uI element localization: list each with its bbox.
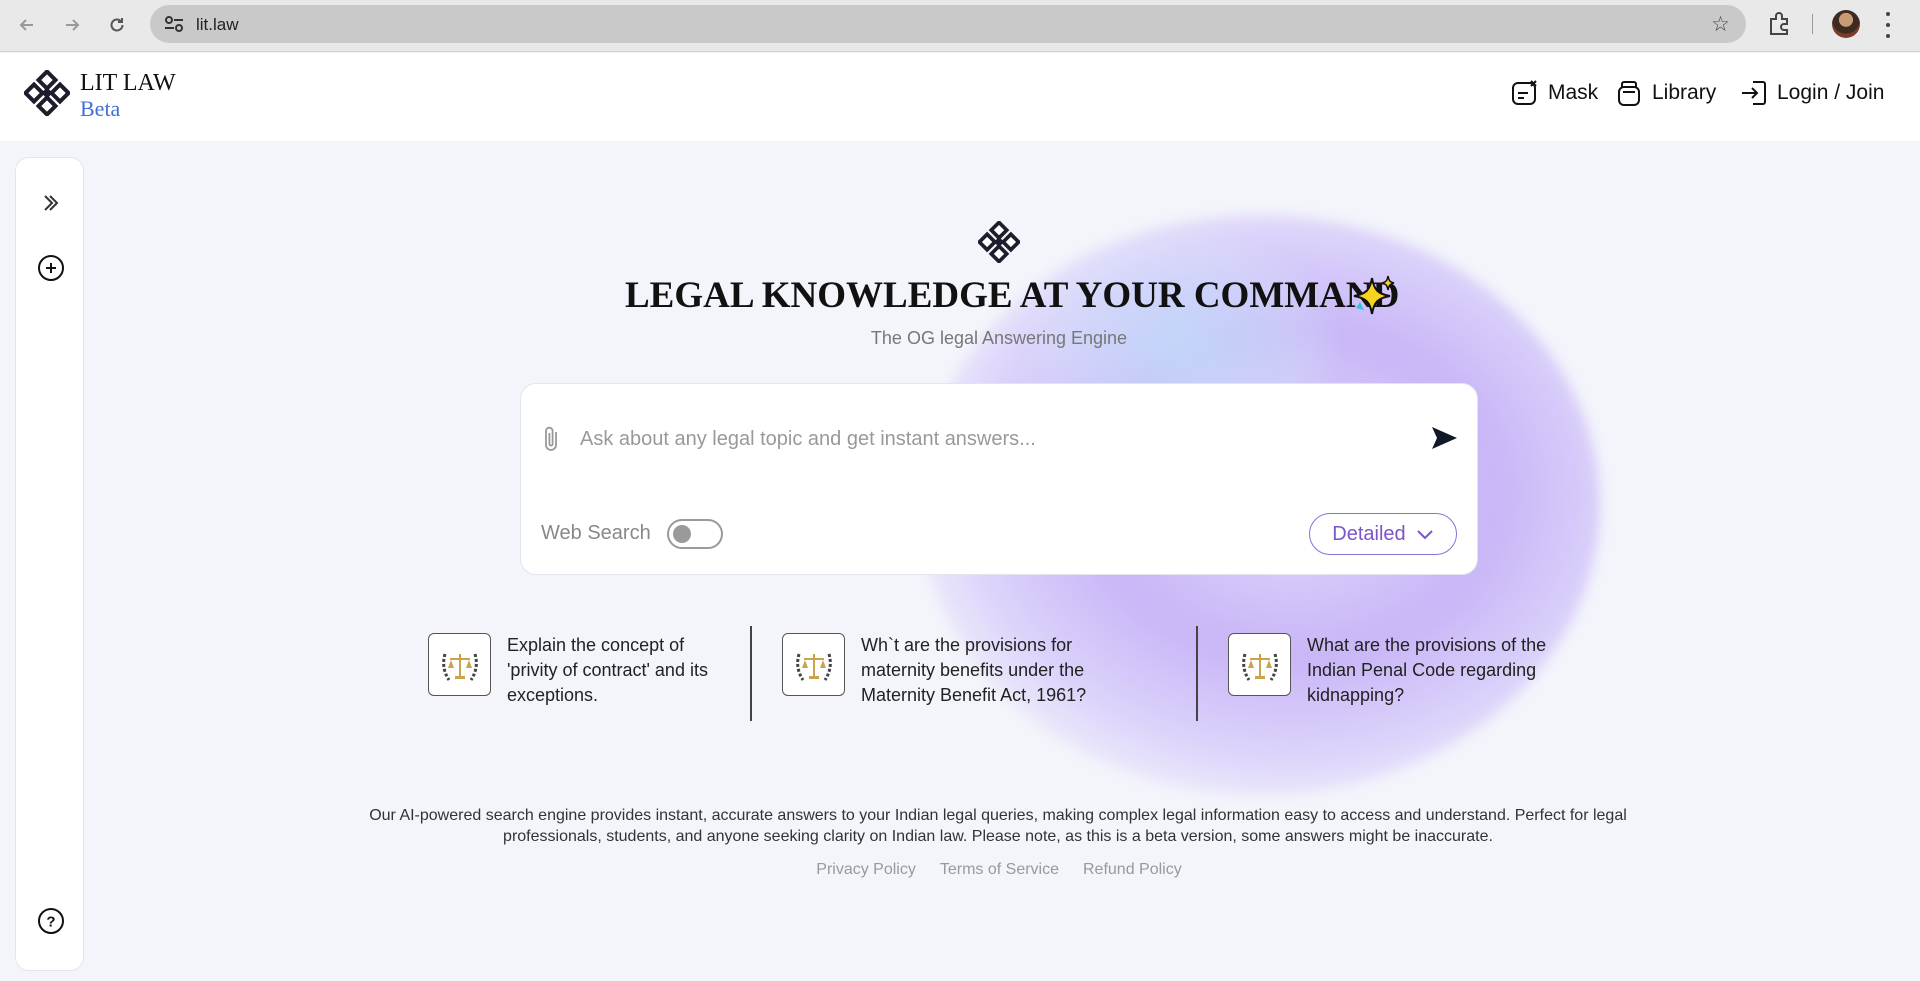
library-label: Library bbox=[1652, 81, 1717, 104]
login-label: Login / Join bbox=[1777, 81, 1885, 104]
browser-toolbar: lit.law ☆ bbox=[0, 0, 1920, 52]
disclaimer-text: Our AI-powered search engine provides in… bbox=[369, 807, 1627, 845]
lit-law-logo[interactable] bbox=[24, 70, 70, 116]
footer-links: Privacy Policy Terms of Service Refund P… bbox=[0, 861, 1920, 879]
login-join-button[interactable]: Login / Join bbox=[1739, 78, 1884, 108]
suggestion-divider bbox=[1196, 626, 1198, 721]
send-icon[interactable] bbox=[1429, 423, 1459, 453]
scales-of-justice-icon bbox=[428, 633, 491, 696]
profile-avatar[interactable] bbox=[1832, 10, 1860, 38]
suggestion-text: Explain the concept of 'privity of contr… bbox=[507, 635, 708, 705]
suggestion-divider bbox=[750, 626, 752, 721]
toolbar-separator bbox=[1812, 14, 1813, 34]
address-bar[interactable]: lit.law ☆ bbox=[150, 5, 1746, 43]
suggestion-card-1[interactable]: Explain the concept of 'privity of contr… bbox=[428, 633, 728, 708]
attach-paperclip-icon[interactable] bbox=[541, 424, 563, 454]
search-input[interactable] bbox=[580, 424, 1400, 454]
center-logo bbox=[978, 221, 1020, 263]
library-button[interactable]: Library bbox=[1614, 78, 1716, 108]
sparkle-icon bbox=[1353, 275, 1395, 315]
answer-mode-value: Detailed bbox=[1332, 522, 1406, 545]
expand-chevron-icon[interactable] bbox=[36, 188, 66, 218]
scales-of-justice-icon bbox=[782, 633, 845, 696]
back-arrow-icon[interactable] bbox=[12, 10, 42, 40]
reload-icon[interactable] bbox=[102, 10, 132, 40]
suggestion-card-3[interactable]: What are the provisions of the Indian Pe… bbox=[1228, 633, 1568, 708]
brand-name: LIT LAW bbox=[80, 70, 176, 96]
suggestion-text: Wh`t are the provisions for maternity be… bbox=[861, 635, 1087, 705]
svg-text:?: ? bbox=[46, 914, 55, 931]
menu-icon[interactable] bbox=[1884, 12, 1892, 38]
extensions-icon[interactable] bbox=[1766, 11, 1792, 37]
mask-button[interactable]: Mask bbox=[1510, 78, 1598, 108]
hero-title: LEGAL KNOWLEDGE AT YOUR COMMAND bbox=[625, 275, 1400, 316]
privacy-policy-link[interactable]: Privacy Policy bbox=[816, 861, 916, 879]
toggle-knob bbox=[673, 525, 691, 543]
suggestion-card-2[interactable]: Wh`t are the provisions for maternity be… bbox=[782, 633, 1112, 708]
site-settings-icon[interactable] bbox=[164, 15, 184, 33]
login-icon bbox=[1742, 81, 1766, 105]
library-icon bbox=[1618, 81, 1640, 106]
terms-of-service-link[interactable]: Terms of Service bbox=[940, 861, 1059, 879]
app-header: LIT LAW Beta Mask Library Login / Join bbox=[0, 53, 1920, 141]
hero-subtitle: The OG legal Answering Engine bbox=[870, 328, 1128, 348]
web-search-toggle[interactable] bbox=[667, 519, 723, 549]
brand-beta-tag: Beta bbox=[80, 96, 121, 121]
suggestion-text: What are the provisions of the Indian Pe… bbox=[1307, 635, 1547, 705]
refund-policy-link[interactable]: Refund Policy bbox=[1083, 861, 1182, 879]
search-card: Web Search Detailed bbox=[520, 383, 1478, 575]
new-chat-icon[interactable] bbox=[36, 253, 66, 283]
sidebar: ? bbox=[15, 157, 84, 971]
bookmark-star-icon[interactable]: ☆ bbox=[1711, 12, 1730, 37]
help-icon[interactable]: ? bbox=[36, 906, 66, 936]
mask-label: Mask bbox=[1548, 81, 1599, 104]
mask-icon bbox=[1512, 80, 1537, 105]
chevron-down-icon bbox=[1416, 530, 1433, 540]
web-search-label: Web Search bbox=[541, 522, 651, 544]
scales-of-justice-icon bbox=[1228, 633, 1291, 696]
url-text: lit.law bbox=[196, 15, 239, 34]
forward-arrow-icon[interactable] bbox=[57, 10, 87, 40]
answer-mode-dropdown[interactable]: Detailed bbox=[1309, 513, 1457, 555]
